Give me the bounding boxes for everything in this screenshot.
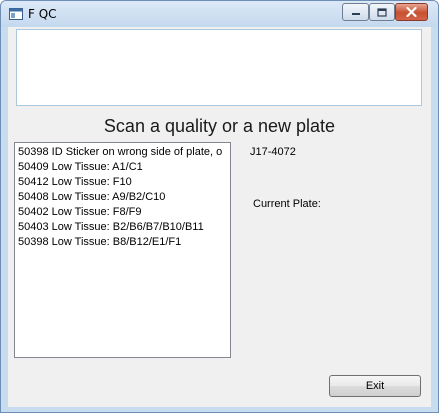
window-title: F QC <box>28 7 57 21</box>
list-item[interactable]: 50402 Low Tissue: F8/F9 <box>18 205 230 220</box>
current-plate-label: Current Plate: <box>253 198 321 210</box>
close-icon <box>406 7 417 17</box>
list-item[interactable]: 50408 Low Tissue: A9/B2/C10 <box>18 190 230 205</box>
plate-id-label: J17-4072 <box>250 146 296 158</box>
list-item[interactable]: 50398 ID Sticker on wrong side of plate,… <box>18 145 230 160</box>
title-bar[interactable]: F QC <box>1 1 438 27</box>
minimize-button[interactable] <box>342 3 369 21</box>
scan-input-box[interactable] <box>16 29 422 106</box>
minimize-icon <box>351 13 360 15</box>
maximize-button[interactable] <box>369 3 395 21</box>
maximize-icon <box>377 7 387 17</box>
list-item[interactable]: 50403 Low Tissue: B2/B6/B7/B10/B11 <box>18 220 230 235</box>
page-title: Scan a quality or a new plate <box>103 116 336 136</box>
close-button[interactable] <box>395 3 428 21</box>
list-item[interactable]: 50398 Low Tissue: B8/B12/E1/F1 <box>18 235 230 250</box>
client-area: Scan a quality or a new plate 50398 ID S… <box>8 27 431 407</box>
list-item[interactable]: 50409 Low Tissue: A1/C1 <box>18 160 230 175</box>
scan-log-list[interactable]: 50398 ID Sticker on wrong side of plate,… <box>14 142 231 358</box>
list-item[interactable]: 50412 Low Tissue: F10 <box>18 175 230 190</box>
exit-button[interactable]: Exit <box>329 375 421 397</box>
app-window: F QC Scan a quality or a new plate 50398… <box>0 0 439 413</box>
app-icon <box>9 8 23 20</box>
